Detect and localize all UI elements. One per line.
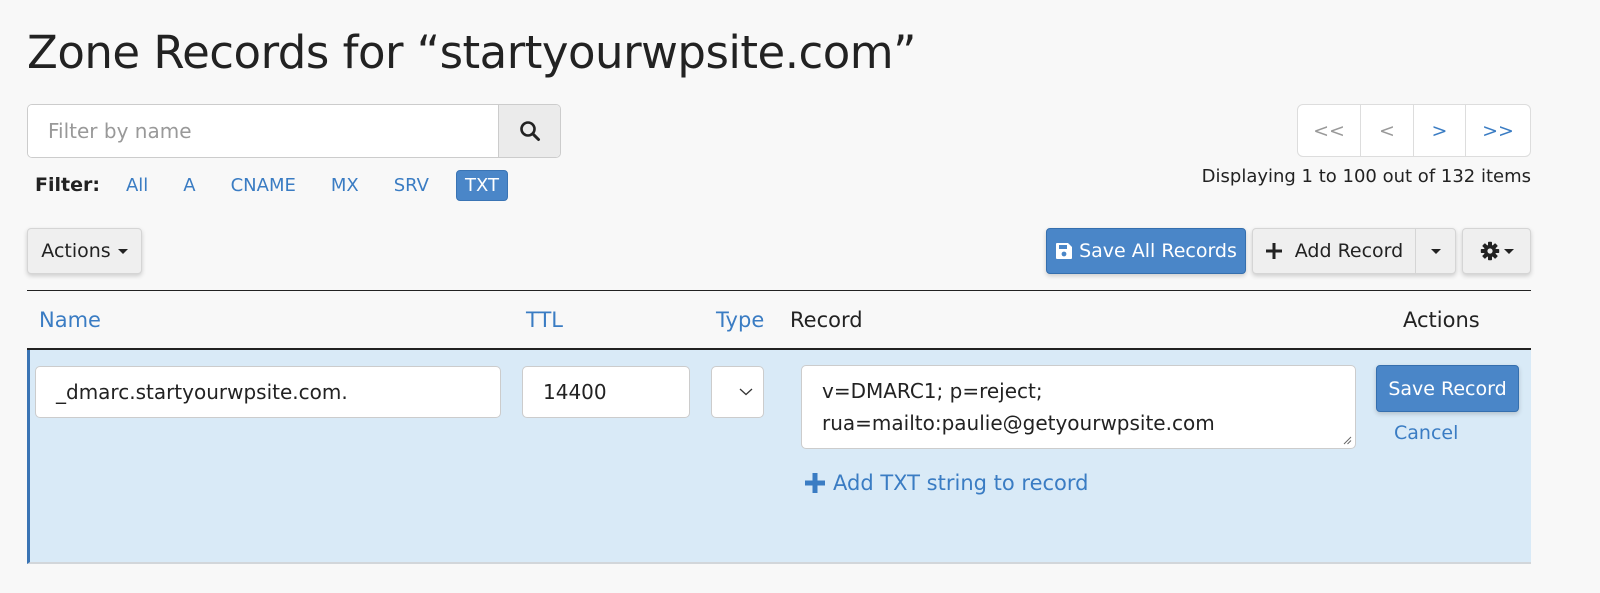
add-record-label: Add Record bbox=[1294, 240, 1404, 262]
record-value-textarea[interactable]: v=DMARC1; p=reject; rua=mailto:paulie@ge… bbox=[801, 365, 1356, 449]
search-icon bbox=[519, 121, 540, 141]
add-record-dropdown-toggle[interactable] bbox=[1415, 229, 1455, 273]
search-button[interactable] bbox=[498, 105, 560, 157]
resize-handle-icon[interactable] bbox=[1342, 435, 1352, 445]
settings-dropdown-button[interactable] bbox=[1462, 228, 1531, 274]
filter-txt[interactable]: TXT bbox=[456, 169, 509, 201]
floppy-disk-icon bbox=[1056, 243, 1073, 259]
save-all-records-button[interactable]: Save All Records bbox=[1046, 228, 1246, 274]
filter-srv[interactable]: SRV bbox=[386, 171, 437, 200]
prev-page-button[interactable]: < bbox=[1361, 105, 1414, 156]
search-group bbox=[27, 104, 561, 158]
table-top-divider bbox=[27, 290, 1531, 291]
filter-mx[interactable]: MX bbox=[323, 171, 367, 200]
add-record-split-button: Add Record bbox=[1252, 228, 1456, 274]
caret-down-icon bbox=[1430, 248, 1441, 254]
caret-down-icon bbox=[1503, 248, 1514, 254]
filter-a[interactable]: A bbox=[175, 171, 203, 200]
add-txt-string-label: Add TXT string to record bbox=[833, 471, 1089, 495]
plus-icon bbox=[805, 473, 825, 493]
cancel-link[interactable]: Cancel bbox=[1394, 422, 1458, 444]
record-name-input[interactable]: _dmarc.startyourwpsite.com. bbox=[35, 366, 501, 418]
column-header-name[interactable]: Name bbox=[39, 306, 101, 334]
column-header-ttl[interactable]: TTL bbox=[526, 306, 563, 334]
first-page-button[interactable]: << bbox=[1298, 105, 1361, 156]
pagination: << < > >> bbox=[1297, 104, 1531, 157]
filter-label: Filter: bbox=[35, 174, 100, 196]
column-header-type[interactable]: Type bbox=[716, 306, 764, 334]
record-type-filter: Filter: All A CNAME MX SRV TXT bbox=[35, 168, 527, 202]
last-page-button[interactable]: >> bbox=[1466, 105, 1530, 156]
filter-all[interactable]: All bbox=[118, 171, 156, 200]
actions-label: Actions bbox=[41, 240, 111, 262]
plus-icon bbox=[1265, 243, 1282, 259]
column-header-record: Record bbox=[790, 308, 863, 332]
add-record-button[interactable]: Add Record bbox=[1253, 229, 1415, 273]
chevron-down-icon bbox=[739, 388, 753, 396]
save-record-button[interactable]: Save Record bbox=[1376, 365, 1519, 412]
next-page-button[interactable]: > bbox=[1414, 105, 1466, 156]
record-value-line: rua=mailto:paulie@getyourwpsite.com bbox=[822, 411, 1215, 435]
actions-dropdown-button[interactable]: Actions bbox=[27, 228, 142, 274]
pagination-status: Displaying 1 to 100 out of 132 items bbox=[1201, 166, 1531, 187]
add-txt-string-link[interactable]: Add TXT string to record bbox=[805, 471, 1088, 495]
record-type-select[interactable] bbox=[711, 366, 764, 418]
record-ttl-input[interactable]: 14400 bbox=[522, 366, 690, 418]
gear-icon bbox=[1480, 241, 1499, 261]
column-header-actions: Actions bbox=[1403, 308, 1480, 332]
record-value-line: v=DMARC1; p=reject; bbox=[822, 379, 1043, 403]
caret-down-icon bbox=[117, 248, 128, 254]
page-title: Zone Records for “startyourwpsite.com” bbox=[27, 26, 916, 79]
filter-cname[interactable]: CNAME bbox=[223, 171, 304, 200]
save-all-label: Save All Records bbox=[1079, 240, 1237, 262]
search-input[interactable] bbox=[28, 105, 498, 157]
